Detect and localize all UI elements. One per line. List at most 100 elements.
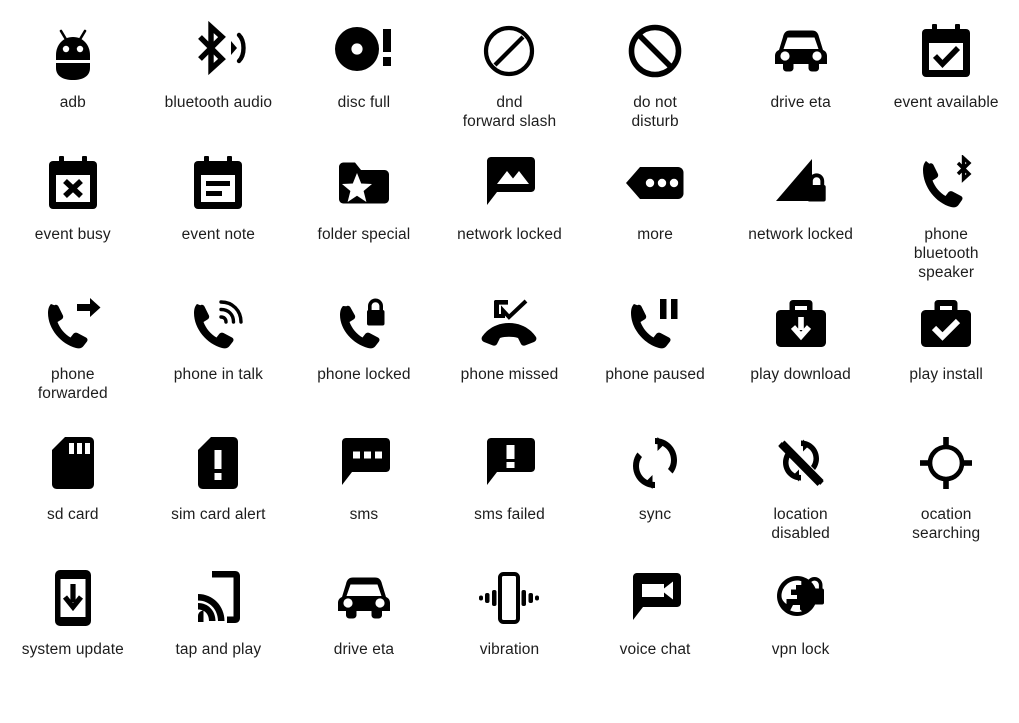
- icon-label: sms: [349, 506, 379, 523]
- vibration-icon: [479, 565, 540, 631]
- android-bug-icon: [48, 18, 98, 84]
- icon-cell-sms-failed[interactable]: sms failed: [437, 430, 583, 565]
- icon-cell-phone-bluetooth-speaker[interactable]: phone bluetooth speaker: [873, 150, 1019, 290]
- icon-label: folder special: [317, 226, 411, 243]
- icon-cell-sms[interactable]: sms: [291, 430, 437, 565]
- icon-cell-adb[interactable]: adb: [0, 18, 146, 150]
- icon-cell-location-disabled[interactable]: location disabled: [728, 430, 874, 565]
- sd-card-icon: [51, 430, 95, 496]
- icon-label: phone forwarded: [37, 366, 108, 402]
- icon-cell-network-locked-message[interactable]: network locked: [437, 150, 583, 290]
- icon-cell-voice-chat[interactable]: voice chat: [582, 565, 728, 680]
- icon-label: drive eta: [333, 641, 395, 658]
- sms-failed-icon: [481, 430, 537, 496]
- icon-label: phone in talk: [173, 366, 263, 383]
- icon-label: disc full: [337, 94, 391, 111]
- icon-label: network locked: [748, 226, 854, 243]
- icon-label: event note: [181, 226, 256, 243]
- icon-cell-more[interactable]: more: [582, 150, 728, 290]
- calendar-cross-icon: [46, 150, 100, 216]
- icon-cell-play-download[interactable]: play download: [728, 290, 874, 430]
- icon-label: vibration: [479, 641, 540, 658]
- icon-cell-event-busy[interactable]: event busy: [0, 150, 146, 290]
- icon-label: sim card alert: [171, 506, 266, 523]
- icon-cell-vibration[interactable]: vibration: [437, 565, 583, 680]
- location-searching-icon: [919, 430, 973, 496]
- icon-label: location disabled: [771, 506, 830, 542]
- icon-label: phone missed: [460, 366, 559, 383]
- icon-cell-phone-paused[interactable]: phone paused: [582, 290, 728, 430]
- phone-locked-icon: [336, 290, 392, 356]
- sim-card-alert-icon: [197, 430, 239, 496]
- more-tag-icon: [626, 150, 684, 216]
- signal-lock-icon: [772, 150, 830, 216]
- icon-cell-network-locked[interactable]: network locked: [728, 150, 874, 290]
- icon-label: phone bluetooth speaker: [913, 226, 979, 281]
- icon-label: system update: [21, 641, 124, 658]
- phone-forwarded-icon: [44, 290, 102, 356]
- icon-cell-bluetooth-audio[interactable]: bluetooth audio: [146, 18, 292, 150]
- calendar-check-icon: [919, 18, 973, 84]
- sms-icon: [336, 430, 392, 496]
- icon-cell-drive-eta-2[interactable]: drive eta: [291, 565, 437, 680]
- icon-label: dnd forward slash: [462, 94, 557, 130]
- icon-cell-do-not-disturb[interactable]: do not disturb: [582, 18, 728, 150]
- icon-grid: adb bluetooth audio disc full dnd forwar…: [0, 18, 1019, 680]
- calendar-note-icon: [191, 150, 245, 216]
- icon-label: adb: [59, 94, 86, 111]
- phone-in-talk-icon: [190, 290, 246, 356]
- icon-label: tap and play: [175, 641, 262, 658]
- icon-cell-disc-full[interactable]: disc full: [291, 18, 437, 150]
- icon-label: phone paused: [605, 366, 705, 383]
- icon-cell-tap-and-play[interactable]: tap and play: [146, 565, 292, 680]
- icon-cell-vpn-lock[interactable]: vpn lock: [728, 565, 874, 680]
- icon-label: event busy: [34, 226, 111, 243]
- icon-cell-phone-missed[interactable]: phone missed: [437, 290, 583, 430]
- icon-cell-sync[interactable]: sync: [582, 430, 728, 565]
- icon-label: sms failed: [474, 506, 545, 523]
- briefcase-check-icon: [919, 290, 973, 356]
- icon-label: bluetooth audio: [164, 94, 273, 111]
- phone-download-icon: [53, 565, 93, 631]
- icon-label: ocation searching: [912, 506, 981, 542]
- icon-label: drive eta: [770, 94, 831, 111]
- car-icon: [333, 565, 395, 631]
- globe-lock-icon: [773, 565, 829, 631]
- icon-label: sync: [638, 506, 672, 523]
- icon-cell-phone-locked[interactable]: phone locked: [291, 290, 437, 430]
- icon-label: vpn lock: [771, 641, 830, 658]
- icon-label: voice chat: [619, 641, 691, 658]
- icon-cell-phone-forwarded[interactable]: phone forwarded: [0, 290, 146, 430]
- tap-and-play-icon: [194, 565, 242, 631]
- folder-star-icon: [335, 150, 393, 216]
- icon-cell-event-available[interactable]: event available: [873, 18, 1019, 150]
- car-icon: [770, 18, 832, 84]
- icon-label: network locked: [457, 226, 562, 243]
- icon-cell-event-note[interactable]: event note: [146, 150, 292, 290]
- icon-cell-system-update[interactable]: system update: [0, 565, 146, 680]
- phone-paused-icon: [627, 290, 683, 356]
- icon-cell-play-install[interactable]: play install: [873, 290, 1019, 430]
- icon-cell-sim-card-alert[interactable]: sim card alert: [146, 430, 292, 565]
- briefcase-download-icon: [774, 290, 828, 356]
- icon-sheet: adb bluetooth audio disc full dnd forwar…: [0, 0, 1019, 723]
- icon-cell-sd-card[interactable]: sd card: [0, 430, 146, 565]
- disc-full-icon: [334, 18, 393, 84]
- message-image-icon: [481, 150, 537, 216]
- video-chat-icon: [627, 565, 683, 631]
- icon-cell-folder-special[interactable]: folder special: [291, 150, 437, 290]
- phone-missed-icon: [478, 290, 540, 356]
- icon-cell-phone-in-talk[interactable]: phone in talk: [146, 290, 292, 430]
- icon-label: phone locked: [317, 366, 411, 383]
- icon-label: play install: [909, 366, 983, 383]
- location-disabled-icon: [774, 430, 828, 496]
- icon-label: do not disturb: [631, 94, 679, 130]
- sync-icon: [631, 430, 679, 496]
- icon-cell-drive-eta[interactable]: drive eta: [728, 18, 874, 150]
- icon-label: event available: [893, 94, 999, 111]
- bluetooth-audio-icon: [190, 18, 247, 84]
- icon-label: sd card: [47, 506, 99, 523]
- icon-cell-location-searching[interactable]: ocation searching: [873, 430, 1019, 565]
- icon-cell-dnd-forward-slash[interactable]: dnd forward slash: [437, 18, 583, 150]
- phone-bluetooth-icon: [917, 150, 975, 216]
